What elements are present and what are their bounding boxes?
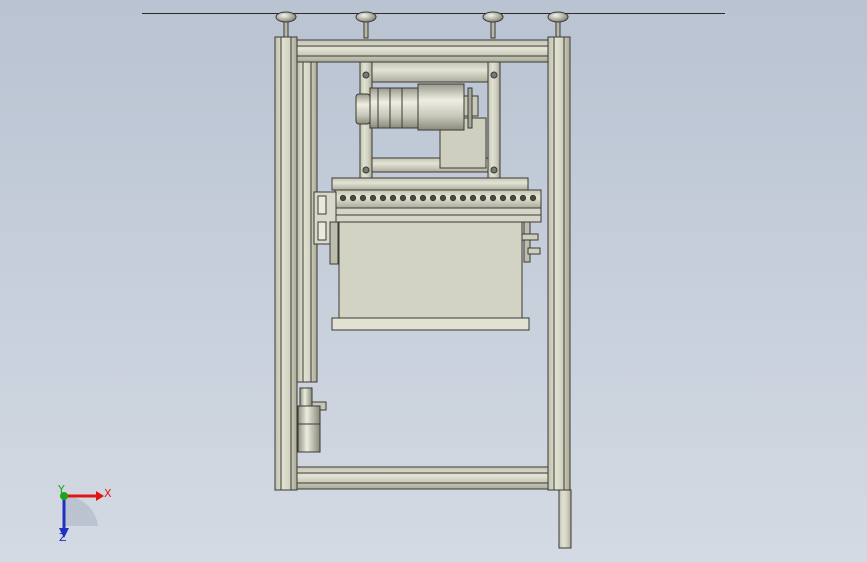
- leveling-foot: [355, 11, 377, 39]
- beam-hole: [499, 194, 507, 202]
- motor-rear-cap: [355, 93, 371, 125]
- top-beam: [296, 39, 549, 63]
- x-axis-label: X: [104, 487, 112, 500]
- beam-hole: [459, 194, 467, 202]
- bottom-beam: [296, 466, 549, 490]
- beam-hole: [469, 194, 477, 202]
- beam-hole: [339, 194, 347, 202]
- beam-hole: [369, 194, 377, 202]
- beam-hole: [379, 194, 387, 202]
- z-axis-label: Z: [59, 531, 67, 544]
- beam-hole: [349, 194, 357, 202]
- motor: [355, 83, 479, 131]
- leveling-foot: [275, 11, 297, 39]
- cad-viewport[interactable]: X Y Z: [0, 0, 867, 562]
- beam-hole: [409, 194, 417, 202]
- hopper-body: [338, 221, 523, 319]
- beam-hole: [399, 194, 407, 202]
- y-axis-label: Y: [57, 483, 65, 496]
- beam-hole: [529, 194, 537, 202]
- leveling-foot: [547, 11, 569, 39]
- beam-hole: [439, 194, 447, 202]
- beam-hole: [389, 194, 397, 202]
- leveling-feet: [275, 11, 569, 39]
- beam-hole: [519, 194, 527, 202]
- side-bracket-left: [313, 191, 339, 265]
- leg-extension: [558, 489, 572, 549]
- beam-hole: [479, 194, 487, 202]
- gearbox: [417, 83, 465, 131]
- beam-hole: [449, 194, 457, 202]
- right-post: [547, 36, 571, 491]
- beam-hole: [509, 194, 517, 202]
- beam-hole: [359, 194, 367, 202]
- cylinder: [297, 387, 327, 453]
- hopper: [331, 221, 530, 331]
- x-arrow: [96, 491, 104, 501]
- perforated-beam: [331, 177, 542, 223]
- axis-triad: X Y Z: [57, 483, 112, 544]
- side-lever-right: [521, 221, 541, 263]
- leveling-foot: [482, 11, 504, 39]
- motor-body: [369, 87, 419, 129]
- beam-hole: [489, 194, 497, 202]
- left-post: [274, 36, 298, 491]
- beam-hole: [429, 194, 437, 202]
- hopper-base: [331, 317, 530, 331]
- beam-hole: [419, 194, 427, 202]
